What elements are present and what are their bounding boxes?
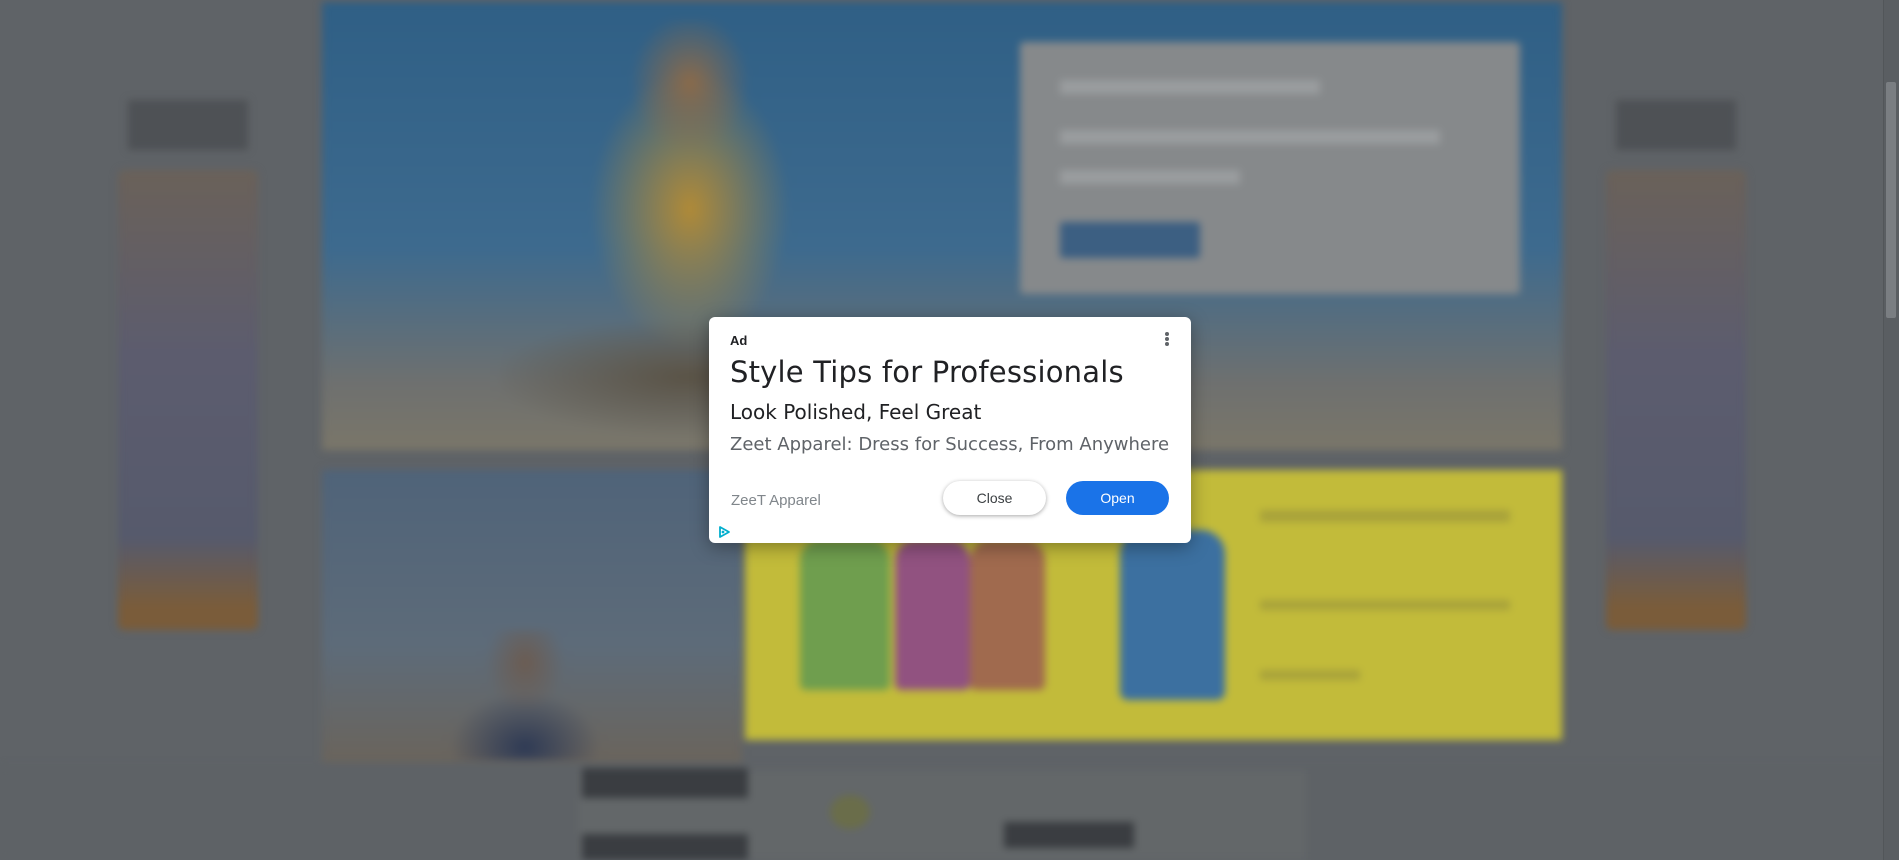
left-side-ad-header bbox=[128, 100, 248, 150]
bottom-ad-image bbox=[830, 795, 870, 829]
hero-card-heading bbox=[1060, 80, 1320, 94]
ad-label: Ad bbox=[730, 333, 748, 348]
ad-description: Zeet Apparel: Dress for Success, From An… bbox=[730, 434, 1170, 455]
right-side-ad-header bbox=[1616, 100, 1736, 150]
bottom-ad-button bbox=[1004, 822, 1134, 848]
news-card-image bbox=[450, 630, 600, 760]
promo-bottle-image bbox=[970, 540, 1045, 690]
promo-text bbox=[1260, 670, 1360, 680]
bottom-ad-block bbox=[582, 834, 748, 860]
ad-advertiser-name: ZeeT Apparel bbox=[731, 492, 821, 509]
bottom-ad-block bbox=[582, 768, 748, 798]
close-button[interactable]: Close bbox=[943, 481, 1046, 515]
open-button[interactable]: Open bbox=[1066, 481, 1169, 515]
right-side-ad bbox=[1606, 170, 1746, 630]
ad-headline: Style Tips for Professionals bbox=[730, 355, 1124, 389]
promo-text bbox=[1260, 600, 1510, 610]
left-side-ad bbox=[118, 170, 258, 630]
promo-bottle-image bbox=[800, 540, 890, 690]
promo-bottle-image bbox=[1120, 530, 1225, 700]
hero-card-text bbox=[1060, 130, 1440, 144]
hero-card-button bbox=[1060, 222, 1200, 258]
ad-subheadline: Look Polished, Feel Great bbox=[730, 400, 982, 424]
hero-card-text bbox=[1060, 170, 1240, 184]
promo-heading bbox=[1260, 510, 1510, 522]
interstitial-ad-dialog: Ad Style Tips for Professionals Look Pol… bbox=[709, 317, 1191, 543]
promo-bottle-image bbox=[895, 540, 970, 690]
scrollbar-thumb[interactable] bbox=[1886, 82, 1896, 318]
adchoices-play-icon[interactable] bbox=[717, 525, 731, 539]
more-vert-icon[interactable] bbox=[1161, 331, 1173, 349]
